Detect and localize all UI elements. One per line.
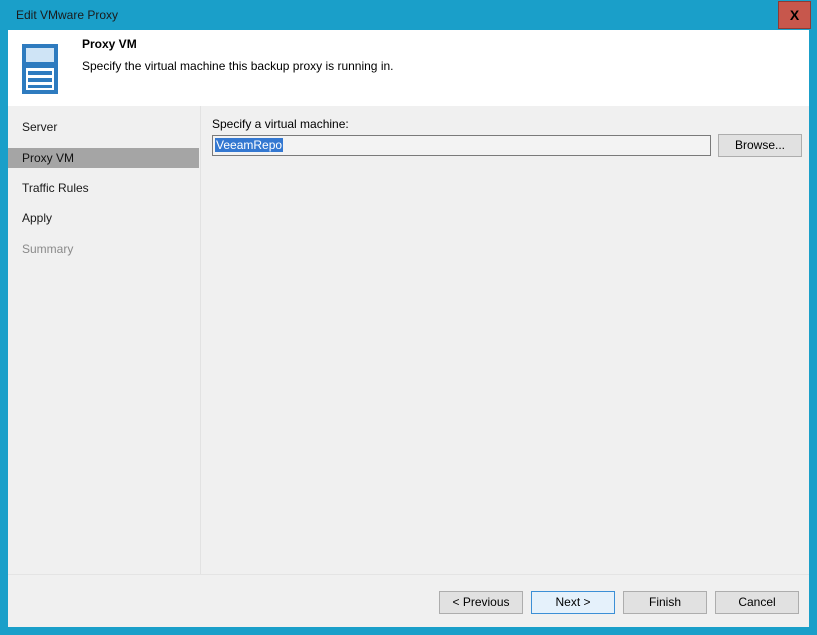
dialog-client-area: Proxy VM Specify the virtual machine thi… [8, 30, 809, 627]
nav-item-proxy-vm[interactable]: Proxy VM [8, 148, 199, 168]
dialog-window: Edit VMware Proxy X Proxy VM Specify the… [0, 0, 817, 635]
wizard-steps-nav: Server Proxy VM Traffic Rules Apply Summ… [8, 106, 200, 574]
next-button[interactable]: Next > [531, 591, 615, 614]
wizard-header: Proxy VM Specify the virtual machine thi… [8, 30, 809, 106]
wizard-footer: < Previous Next > Finish Cancel [8, 574, 809, 627]
vm-field-label: Specify a virtual machine: [212, 117, 349, 131]
wizard-content: Specify a virtual machine: VeeamRepo Bro… [200, 106, 809, 574]
nav-item-traffic-rules[interactable]: Traffic Rules [8, 178, 199, 198]
finish-button[interactable]: Finish [623, 591, 707, 614]
nav-item-summary: Summary [22, 242, 74, 256]
vm-input[interactable]: VeeamRepo [212, 135, 711, 156]
browse-button[interactable]: Browse... [718, 134, 802, 157]
title-bar[interactable]: Edit VMware Proxy X [0, 0, 817, 30]
vm-input-selected-text: VeeamRepo [215, 138, 284, 152]
nav-item-apply[interactable]: Apply [8, 208, 199, 228]
previous-button[interactable]: < Previous [439, 591, 523, 614]
window-title: Edit VMware Proxy [16, 8, 119, 22]
nav-item-server[interactable]: Server [8, 117, 199, 137]
page-title: Proxy VM [82, 37, 137, 51]
server-icon [22, 44, 58, 94]
page-subtitle: Specify the virtual machine this backup … [82, 59, 394, 73]
close-button[interactable]: X [778, 1, 811, 29]
cancel-button[interactable]: Cancel [715, 591, 799, 614]
